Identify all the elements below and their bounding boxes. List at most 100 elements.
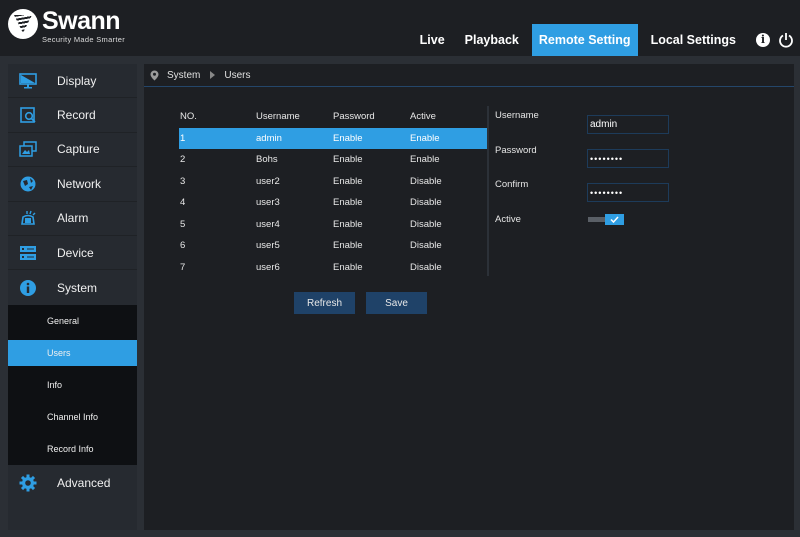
sidebar-item-label: Display	[57, 73, 97, 88]
sidebar-item-system[interactable]: System	[8, 270, 137, 304]
table-row[interactable]: 5 user4 Enable Disable	[179, 214, 488, 236]
cell-username: user6	[256, 261, 280, 273]
nav-remote-setting[interactable]: Remote Setting	[531, 24, 638, 56]
cell-username: Bohs	[256, 154, 278, 166]
nav-live[interactable]: Live	[413, 24, 452, 56]
cell-active: Enable	[410, 154, 440, 166]
sidebar-item-label: Advanced	[57, 475, 111, 490]
brand-name: Swann	[42, 7, 121, 35]
table-row[interactable]: 4 user3 Enable Disable	[179, 192, 488, 214]
sidebar-item-label: Network	[57, 176, 102, 191]
swann-logo: Swann Security Made Smarter	[8, 9, 125, 44]
cell-password: Enable	[333, 218, 363, 230]
breadcrumb-parent[interactable]: System	[167, 70, 200, 81]
sidebar-item-label: Device	[57, 245, 94, 260]
cell-password: Enable	[333, 154, 363, 166]
top-bar: Swann Security Made Smarter Live Playbac…	[0, 0, 800, 56]
column-header: Active	[410, 111, 436, 123]
device-hdd-icon	[19, 244, 37, 262]
table-row[interactable]: 1 admin Enable Enable	[179, 127, 488, 149]
breadcrumb-current: Users	[224, 69, 251, 81]
main-nav: Live Playback Remote Setting Local Setti…	[410, 24, 800, 56]
sidebar-item-device[interactable]: Device	[8, 236, 137, 271]
nav-local-settings[interactable]: Local Settings	[644, 24, 743, 56]
sidebar-item-network[interactable]: Network	[8, 167, 137, 202]
cell-no: 6	[180, 240, 186, 252]
table-row[interactable]: 2 Bohs Enable Enable	[179, 149, 488, 171]
cell-active: Disable	[410, 261, 442, 273]
globe-icon	[19, 175, 37, 193]
capture-icon	[19, 140, 37, 158]
table-header: NO. Username Password Active	[179, 106, 488, 128]
password-label: Password	[495, 145, 537, 156]
sidebar-item-label: Capture	[57, 142, 100, 157]
table-row[interactable]: 3 user2 Enable Disable	[179, 171, 488, 193]
sidebar-item-capture[interactable]: Capture	[8, 133, 137, 168]
cell-no: 2	[180, 154, 186, 166]
sidebar-item-record[interactable]: Record	[8, 98, 137, 133]
refresh-button[interactable]: Refresh	[294, 292, 355, 314]
password-input[interactable]: ••••••••	[587, 149, 669, 168]
cell-password: Enable	[333, 132, 363, 144]
cell-active: Disable	[410, 218, 442, 230]
checkmark-icon	[605, 214, 624, 225]
cell-password: Enable	[333, 240, 363, 252]
breadcrumb-arrow-icon	[210, 71, 216, 79]
location-pin-icon	[150, 70, 159, 80]
gear-icon	[19, 474, 37, 492]
submenu-item-record-info[interactable]: Record Info	[8, 433, 137, 465]
power-icon[interactable]	[778, 32, 794, 48]
sidebar-item-label: Record	[57, 108, 96, 123]
users-table: NO. Username Password Active 1 admin Ena…	[179, 106, 488, 278]
cell-password: Enable	[333, 261, 363, 273]
sidebar-item-label: Alarm	[57, 211, 89, 226]
cell-no: 3	[180, 175, 186, 187]
cell-username: admin	[256, 132, 282, 144]
cell-no: 7	[180, 261, 186, 273]
info-circle-icon	[19, 279, 37, 297]
submenu-item-users[interactable]: Users	[8, 339, 137, 366]
cell-username: user5	[256, 240, 280, 252]
cell-no: 5	[180, 218, 186, 230]
cell-active: Disable	[410, 197, 442, 209]
monitor-icon	[19, 72, 37, 90]
cell-username: user3	[256, 197, 280, 209]
cell-username: user2	[256, 175, 280, 187]
table-row[interactable]: 6 user5 Enable Disable	[179, 235, 488, 257]
sidebar: Display Record Capture Network Alarm Dev…	[8, 64, 137, 530]
submenu-item-channel-info[interactable]: Channel Info	[8, 401, 137, 433]
cell-password: Enable	[333, 197, 363, 209]
info-icon[interactable]: i	[756, 33, 770, 47]
save-button[interactable]: Save	[366, 292, 427, 314]
swann-logo-icon	[8, 9, 38, 39]
cell-active: Disable	[410, 175, 442, 187]
submenu-item-info[interactable]: Info	[8, 369, 137, 401]
column-header: Password	[333, 111, 375, 123]
cell-active: Disable	[410, 240, 442, 252]
confirm-label: Confirm	[495, 179, 529, 190]
vertical-divider	[487, 106, 489, 276]
submenu-item-general[interactable]: General	[8, 305, 137, 337]
sidebar-item-label: System	[57, 280, 98, 295]
toggle-track	[588, 217, 605, 222]
system-submenu: General Users Info Channel Info Record I…	[8, 304, 137, 466]
cell-no: 1	[180, 132, 186, 144]
column-header: Username	[256, 111, 300, 123]
page-right-edge	[794, 56, 800, 537]
table-row[interactable]: 7 user6 Enable Disable	[179, 257, 488, 279]
alarm-siren-icon	[19, 209, 37, 227]
main-panel: System Users NO. Username Password Activ…	[144, 64, 794, 530]
record-search-icon	[19, 106, 37, 124]
breadcrumb: System Users	[144, 64, 794, 87]
nav-playback[interactable]: Playback	[458, 24, 526, 56]
sidebar-item-alarm[interactable]: Alarm	[8, 202, 137, 236]
cell-active: Enable	[410, 132, 440, 144]
sidebar-item-advanced[interactable]: Advanced	[8, 465, 137, 499]
cell-no: 4	[180, 197, 186, 209]
username-input[interactable]: admin	[587, 115, 669, 134]
cell-password: Enable	[333, 175, 363, 187]
active-toggle[interactable]	[588, 214, 625, 225]
brand-tagline: Security Made Smarter	[42, 35, 125, 44]
sidebar-item-display[interactable]: Display	[8, 64, 137, 99]
confirm-password-input[interactable]: ••••••••	[587, 183, 669, 202]
